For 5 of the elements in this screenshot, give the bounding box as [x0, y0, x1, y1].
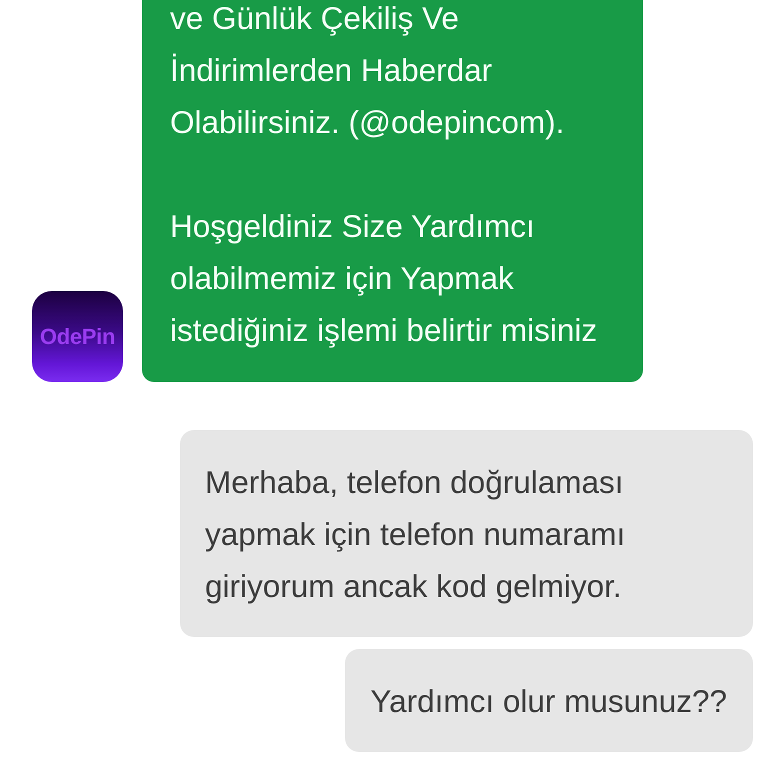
message-text: Hoşgeldiniz Size Yardımcı olabilmemiz için Yapmak istediğiniz işlemi belirtir misiniz [170, 207, 598, 350]
message-text: Yardımcı olur musunuz?? [370, 682, 727, 721]
message-text: ve Günlük Çekiliş Ve İndirimlerden Haberdar Olabilirsiniz. (@odepincom). [170, 0, 566, 142]
app-logo: OdePin [32, 291, 123, 382]
message-text: Merhaba, telefon doğrulaması yapmak için telefon numaramı giriyorum ancak kod gelmiyor. [205, 463, 626, 606]
